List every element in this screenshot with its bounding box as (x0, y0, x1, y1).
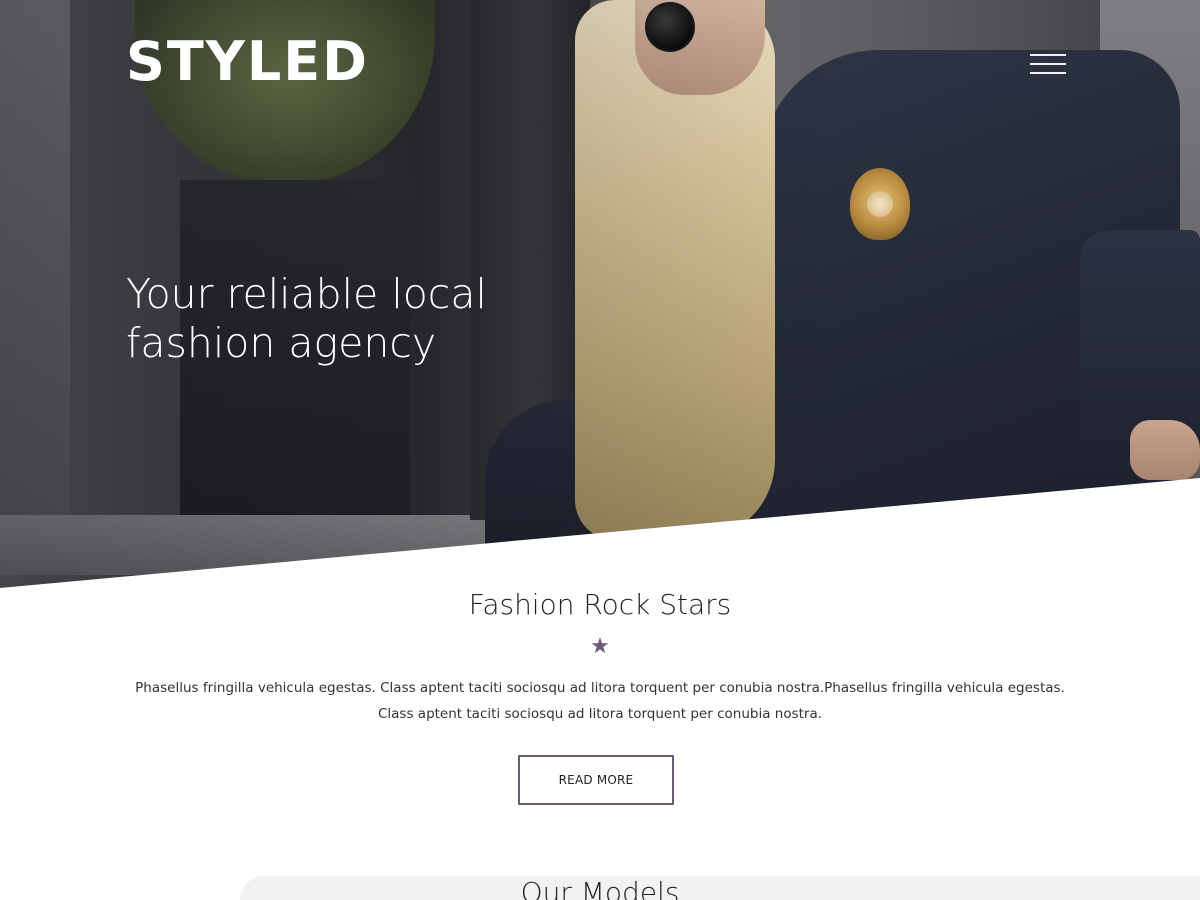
menu-line (1030, 72, 1066, 74)
hamburger-menu-icon[interactable] (1030, 52, 1068, 78)
intro-paragraph: Phasellus fringilla vehicula egestas. Cl… (135, 680, 1065, 722)
hero-tagline-line: Your reliable local (126, 270, 487, 318)
star-icon: ★ (590, 633, 610, 658)
models-section-title: Our Models (520, 876, 680, 900)
read-more-button[interactable]: READ MORE (518, 755, 674, 805)
hero-diagonal-divider (0, 478, 1200, 600)
site-logo[interactable]: STYLED (126, 30, 369, 93)
menu-line (1030, 54, 1066, 56)
section-title: Fashion Rock Stars (468, 588, 732, 621)
hero-tagline-line: fashion agency (126, 319, 437, 367)
hero-tagline: Your reliable local fashion agency (126, 270, 546, 368)
menu-line (1030, 63, 1066, 65)
